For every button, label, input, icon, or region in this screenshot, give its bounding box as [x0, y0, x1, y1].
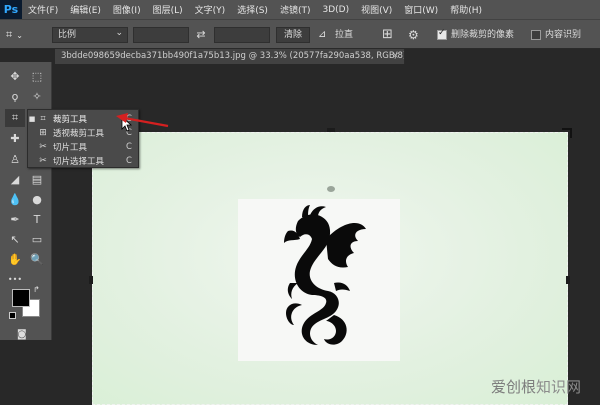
slice-select-icon: ✂	[39, 155, 47, 166]
content-aware-label: 内容识别	[545, 30, 582, 40]
tool-preset-picker[interactable]: ⌗ ⌄	[6, 27, 42, 43]
flyout-item-label: 切片选择工具	[53, 156, 105, 167]
menu-edit[interactable]: 编辑(E)	[64, 3, 107, 16]
height-ratio-field[interactable]	[214, 27, 270, 43]
menu-layer[interactable]: 图层(L)	[147, 3, 189, 16]
slice-icon: ✂	[39, 141, 47, 152]
foreground-color-swatch[interactable]	[12, 289, 30, 307]
annotation-arrow-icon	[116, 113, 169, 128]
crop-icon: ⌗	[6, 28, 13, 41]
pen-tool-icon[interactable]: ✒	[5, 211, 25, 229]
document-tab[interactable]: 3bdde098659decba371bb490f1a75b13.jpg @ 3…	[55, 49, 405, 64]
gear-icon[interactable]: ⚙	[408, 27, 424, 43]
flyout-item-slice-tool[interactable]: ✂ 切片工具 C	[28, 140, 138, 153]
content-aware-checkbox[interactable]	[531, 30, 541, 40]
zoom-tool-icon[interactable]: 🔍	[27, 251, 47, 269]
clear-button[interactable]: 清除	[276, 27, 310, 43]
crop-edge-handle[interactable]	[327, 128, 335, 132]
menu-file[interactable]: 文件(F)	[22, 3, 64, 16]
healing-tool-icon[interactable]: ✚	[5, 130, 25, 148]
menu-help[interactable]: 帮助(H)	[444, 3, 488, 16]
menu-view[interactable]: 视图(V)	[355, 3, 398, 16]
move-tool-icon[interactable]: ✥	[5, 68, 25, 86]
menu-select[interactable]: 选择(S)	[231, 3, 274, 16]
flyout-item-label: 切片工具	[53, 142, 88, 153]
hand-tool-icon[interactable]: ✋	[5, 251, 25, 269]
watermark-part2: 知识网	[536, 378, 582, 396]
delete-cropped-checkbox[interactable]	[437, 28, 447, 40]
straighten-label[interactable]: 拉直	[335, 27, 353, 43]
straighten-icon[interactable]: ⊿	[318, 27, 332, 43]
crop-icon: ⌗	[40, 113, 46, 124]
menu-window[interactable]: 窗口(W)	[398, 3, 444, 16]
quick-mask-icon[interactable]: ◙	[17, 329, 27, 340]
path-select-tool-icon[interactable]: ↖	[5, 231, 25, 249]
menu-type[interactable]: 文字(Y)	[189, 3, 232, 16]
flyout-item-shortcut: C	[126, 141, 132, 152]
image-detail	[327, 186, 335, 192]
menu-image[interactable]: 图像(I)	[107, 3, 147, 16]
perspective-crop-icon: ⊞	[39, 127, 47, 138]
rectangle-tool-icon[interactable]: ▭	[27, 231, 47, 249]
chevron-down-icon: ⌄	[16, 30, 23, 40]
width-ratio-field[interactable]	[133, 27, 189, 43]
menu-3d[interactable]: 3D(D)	[316, 5, 355, 15]
flyout-item-shortcut: C	[126, 155, 132, 166]
delete-cropped-label: 删除裁剪的像素	[451, 30, 515, 40]
crop-edge-handle[interactable]	[89, 276, 93, 284]
blur-tool-icon[interactable]: 💧	[5, 191, 25, 209]
stamp-tool-icon[interactable]: ♙	[5, 151, 25, 169]
default-colors-icon[interactable]	[9, 312, 16, 319]
crop-edge-handle[interactable]	[566, 276, 570, 284]
flyout-item-slice-select-tool[interactable]: ✂ 切片选择工具 C	[28, 154, 138, 167]
options-bar: ⌗ ⌄ 比例 ⇄ 清除 ⊿ 拉直 ⊞ ⚙ 删除裁剪的像素 内容识别	[0, 19, 600, 49]
lasso-tool-icon[interactable]: ϙ	[5, 88, 25, 106]
photoshop-logo: Ps	[0, 0, 22, 19]
selected-bullet-icon: ■	[28, 114, 36, 123]
menu-bar: Ps 文件(F) 编辑(E) 图像(I) 图层(L) 文字(Y) 选择(S) 滤…	[0, 0, 600, 19]
eraser-tool-icon[interactable]: ◢	[5, 171, 25, 189]
close-icon[interactable]: ×	[392, 49, 399, 64]
dragon-silhouette-icon	[284, 205, 366, 345]
magic-wand-tool-icon[interactable]: ✧	[27, 88, 47, 106]
crop-corner-handle[interactable]	[562, 128, 572, 138]
swap-colors-icon[interactable]: ↱	[33, 285, 40, 294]
crop-tool-icon[interactable]: ⌗	[5, 109, 25, 127]
gradient-tool-icon[interactable]: ▤	[27, 171, 47, 189]
watermark-part1: 爱创根	[491, 378, 537, 396]
dragon-image	[238, 199, 400, 361]
more-tools-icon[interactable]: •••	[5, 271, 25, 289]
dodge-tool-icon[interactable]: ●	[27, 191, 47, 209]
type-tool-icon[interactable]: T	[27, 211, 47, 229]
marquee-tool-icon[interactable]: ⬚	[27, 68, 47, 86]
document-title: 3bdde098659decba371bb490f1a75b13.jpg @ 3…	[61, 51, 405, 61]
swap-icon[interactable]: ⇄	[194, 27, 208, 43]
menu-filter[interactable]: 滤镜(T)	[274, 3, 317, 16]
grid-overlay-icon[interactable]: ⊞	[382, 27, 398, 43]
site-watermark: 爱创根知识网	[491, 376, 581, 397]
ratio-select[interactable]: 比例	[52, 26, 128, 43]
